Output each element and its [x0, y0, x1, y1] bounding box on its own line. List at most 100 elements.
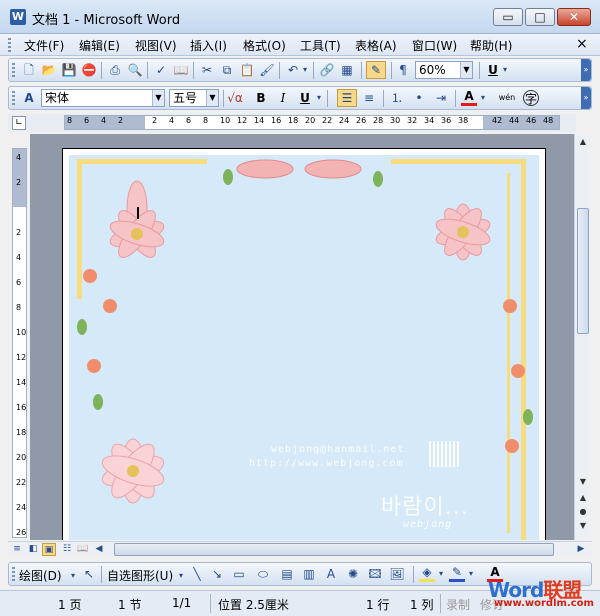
menu-view[interactable]: 视图(V)	[135, 37, 177, 54]
undo-icon[interactable]: ↶	[285, 62, 301, 78]
menu-file[interactable]: 文件(F)	[24, 37, 64, 54]
toolbar-options-icon[interactable]: »	[581, 59, 591, 81]
menu-insert[interactable]: 插入(I)	[190, 37, 227, 54]
print-preview-icon[interactable]: 🔍	[127, 62, 143, 78]
paste-icon[interactable]: 📋	[239, 62, 255, 78]
vertical-text-box-icon[interactable]: ▥	[301, 566, 317, 582]
open-folder-icon[interactable]: 📂	[41, 62, 57, 78]
underline-dropdown-icon[interactable]: ▾	[315, 90, 323, 106]
close-button[interactable]: ✕	[557, 8, 591, 26]
toolbar-grip[interactable]	[12, 91, 15, 105]
insert-hyperlink-icon[interactable]: 🔗	[319, 62, 335, 78]
research-icon[interactable]: 📖	[173, 62, 189, 78]
zoom-dropdown-icon[interactable]: ▼	[460, 62, 472, 78]
browse-object-icon[interactable]: ●	[577, 506, 589, 518]
arrow-tool-icon[interactable]: ↘	[209, 566, 225, 582]
close-document-button[interactable]: ×	[576, 36, 588, 52]
font-name-select[interactable]: 宋体 ▼	[41, 89, 165, 107]
line-color-icon[interactable]: ✎	[449, 566, 465, 582]
enclose-characters-button[interactable]: 字	[523, 90, 539, 106]
document-page[interactable]: webjong@hanmail.net http://www.webjong.c…	[62, 148, 546, 540]
bold-button[interactable]: B	[253, 90, 269, 106]
text-box-icon[interactable]: ▤	[279, 566, 295, 582]
bullet-list-icon[interactable]: •	[411, 90, 427, 106]
status-record[interactable]: 录制	[446, 596, 470, 613]
italic-button[interactable]: I	[275, 90, 291, 106]
format-painter-icon[interactable]: 🖌	[259, 62, 275, 78]
next-page-icon[interactable]: ▼	[577, 520, 589, 532]
normal-view-icon[interactable]: ≡	[10, 543, 24, 556]
font-size-select[interactable]: 五号 ▼	[169, 89, 219, 107]
toolbar-options-icon[interactable]: »	[581, 87, 591, 109]
oval-tool-icon[interactable]: ⬭	[255, 566, 271, 582]
scroll-right-icon[interactable]: ▶	[574, 543, 588, 556]
document-area[interactable]: webjong@hanmail.net http://www.webjong.c…	[30, 134, 574, 540]
horizontal-ruler[interactable]: 8 6 4 2 2 4 6 8 10 12 14 16 18 20 22 24 26 28 30 32 34 36 38 42…	[64, 115, 560, 130]
new-document-icon[interactable]: 🗋	[21, 62, 37, 78]
wordart-icon[interactable]: A	[323, 566, 339, 582]
outline-view-icon[interactable]: ☷	[60, 543, 74, 556]
autoshapes-menu-button[interactable]: 自选图形(U)	[107, 567, 173, 584]
menu-grip[interactable]	[8, 38, 11, 52]
insert-picture-icon[interactable]: 🖼	[389, 566, 405, 582]
vertical-scrollbar[interactable]: ▲ ▼ ▲ ● ▼	[574, 134, 590, 540]
numbered-list-icon[interactable]: ⒈	[389, 90, 405, 106]
horizontal-scroll-thumb[interactable]	[114, 543, 554, 556]
spelling-check-icon[interactable]: ✓	[153, 62, 169, 78]
menu-table[interactable]: 表格(A)	[355, 37, 397, 54]
equation-icon[interactable]: √α	[227, 90, 243, 106]
align-justify-icon[interactable]: ☰	[337, 89, 357, 107]
increase-indent-icon[interactable]: ⇥	[433, 90, 449, 106]
menu-edit[interactable]: 编辑(E)	[79, 37, 120, 54]
minimize-button[interactable]: ▭	[493, 8, 523, 26]
font-size-dropdown-icon[interactable]: ▼	[206, 90, 218, 106]
draw-menu-button[interactable]: 绘图(D)	[19, 567, 62, 584]
autoshapes-dropdown-icon[interactable]: ▾	[177, 568, 185, 584]
select-objects-icon[interactable]: ↖	[81, 566, 97, 582]
draw-dropdown-icon[interactable]: ▾	[69, 568, 77, 584]
line-tool-icon[interactable]: ╲	[189, 566, 205, 582]
fill-color-dropdown-icon[interactable]: ▾	[437, 566, 445, 582]
zoom-select[interactable]: 60% ▼	[415, 61, 473, 79]
underline-style-button[interactable]: U	[485, 62, 501, 78]
rectangle-tool-icon[interactable]: ▭	[231, 566, 247, 582]
web-layout-icon[interactable]: ◧	[26, 543, 40, 556]
drawing-toggle-icon[interactable]: ✎	[366, 61, 386, 79]
show-hide-marks-icon[interactable]: ¶	[395, 62, 411, 78]
underline-button[interactable]: U	[297, 90, 313, 106]
cut-icon[interactable]: ✂	[199, 62, 215, 78]
word-app-icon[interactable]: W	[10, 9, 26, 25]
line-color-dropdown-icon[interactable]: ▾	[467, 566, 475, 582]
maximize-button[interactable]: □	[525, 8, 555, 26]
phonetic-guide-button[interactable]: wén	[495, 90, 519, 106]
toolbar-grip[interactable]	[12, 63, 15, 77]
fill-color-icon[interactable]: ◈	[419, 566, 435, 582]
horizontal-scroll-track[interactable]	[104, 543, 568, 556]
align-center-icon[interactable]: ≡	[361, 90, 377, 106]
styles-formatting-icon[interactable]: A	[21, 90, 37, 106]
reading-layout-icon[interactable]: 📖	[76, 543, 90, 556]
underline-style-dropdown-icon[interactable]: ▾	[501, 62, 509, 78]
font-color-button[interactable]: A	[461, 90, 477, 106]
toolbar-grip[interactable]	[12, 567, 15, 581]
undo-dropdown-icon[interactable]: ▾	[301, 62, 309, 78]
copy-icon[interactable]: ⧉	[219, 62, 235, 78]
menu-format[interactable]: 格式(O)	[243, 37, 286, 54]
scroll-down-icon[interactable]: ▼	[577, 476, 589, 488]
font-name-dropdown-icon[interactable]: ▼	[152, 90, 164, 106]
print-icon[interactable]: ⎙	[107, 62, 123, 78]
vertical-ruler[interactable]: 4 2 2 4 6 8 10 12 14 16 18 20 22 24 26	[12, 148, 27, 538]
previous-page-icon[interactable]: ▲	[577, 492, 589, 504]
menu-help[interactable]: 帮助(H)	[470, 37, 512, 54]
font-color-dropdown-icon[interactable]: ▾	[479, 90, 487, 106]
tables-borders-icon[interactable]: ▦	[339, 62, 355, 78]
save-icon[interactable]: 💾	[61, 62, 77, 78]
diagram-icon[interactable]: ✺	[345, 566, 361, 582]
vertical-scroll-thumb[interactable]	[577, 208, 589, 334]
scroll-up-icon[interactable]: ▲	[577, 136, 589, 148]
menu-tools[interactable]: 工具(T)	[300, 37, 341, 54]
clip-art-icon[interactable]: 🖾	[367, 566, 383, 582]
menu-window[interactable]: 窗口(W)	[412, 37, 457, 54]
tab-selector[interactable]: ∟	[12, 116, 26, 130]
print-layout-icon[interactable]: ▣	[42, 543, 56, 556]
